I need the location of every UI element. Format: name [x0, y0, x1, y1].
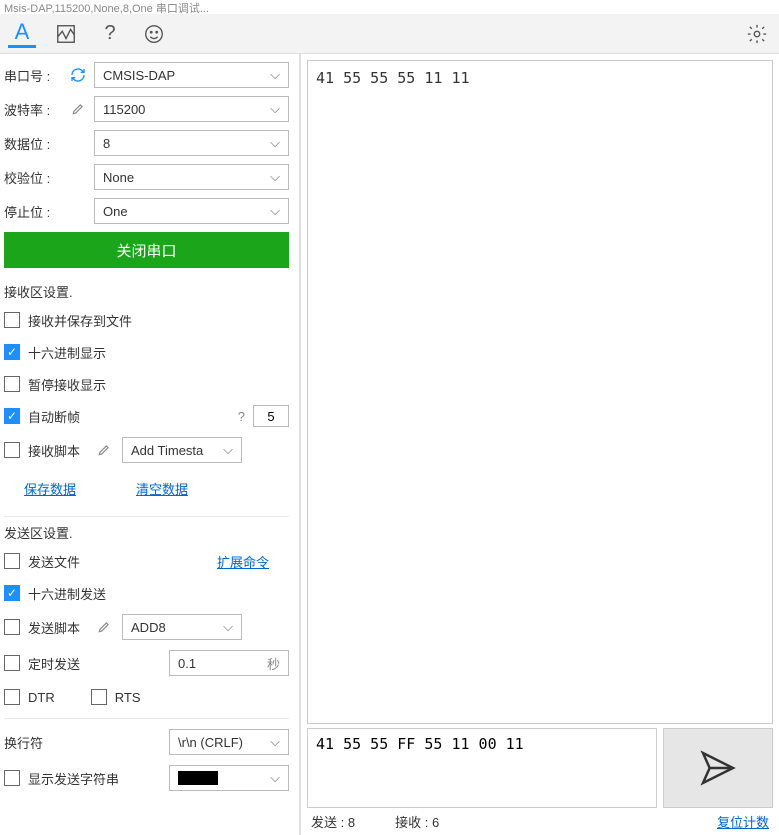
recv-script-value: Add Timesta [131, 443, 203, 458]
newline-label: 换行符 [4, 733, 74, 752]
edit-icon[interactable] [94, 443, 114, 457]
databits-label: 数据位 : [4, 134, 62, 153]
send-file-label: 发送文件 [28, 552, 80, 571]
extend-cmd-link[interactable]: 扩展命令 [217, 552, 269, 571]
chevron-down-icon: ⌵ [223, 442, 233, 458]
send-icon [698, 748, 738, 788]
port-select[interactable]: CMSIS-DAP ⌵ [94, 62, 289, 88]
send-hex-checkbox[interactable] [4, 585, 20, 601]
recv-auto-break-label: 自动断帧 [28, 407, 80, 426]
auto-break-value-input[interactable] [253, 405, 289, 427]
recv-pause-checkbox[interactable] [4, 376, 20, 392]
color-swatch [178, 771, 218, 785]
recv-save-file-checkbox[interactable] [4, 312, 20, 328]
chevron-down-icon: ⌵ [223, 619, 233, 635]
newline-select[interactable]: \r\n (CRLF) ⌵ [169, 729, 289, 755]
stopbits-select[interactable]: One ⌵ [94, 198, 289, 224]
send-button[interactable] [663, 728, 773, 808]
chevron-down-icon: ⌵ [270, 67, 280, 83]
send-hex-label: 十六进制发送 [28, 584, 106, 603]
status-recv-count: 6 [432, 815, 439, 830]
rts-checkbox[interactable] [91, 689, 107, 705]
recv-auto-break-checkbox[interactable] [4, 408, 20, 424]
reset-counter-link[interactable]: 复位计数 [717, 812, 769, 831]
status-send-count: 8 [348, 815, 355, 830]
send-script-checkbox[interactable] [4, 619, 20, 635]
chevron-down-icon: ⌵ [270, 169, 280, 185]
auto-break-hint-icon[interactable]: ? [238, 409, 245, 424]
settings-panel: 串口号 : CMSIS-DAP ⌵ 波特率 : 115200 ⌵ 数据位 : [0, 54, 300, 835]
recv-save-file-label: 接收并保存到文件 [28, 311, 132, 330]
send-timed-checkbox[interactable] [4, 655, 20, 671]
tab-waveform-mode[interactable] [52, 20, 80, 48]
chevron-down-icon: ⌵ [270, 101, 280, 117]
chevron-down-icon: ⌵ [270, 135, 280, 151]
clear-data-link[interactable]: 清空数据 [136, 479, 188, 498]
recv-hex-label: 十六进制显示 [28, 343, 106, 362]
refresh-icon[interactable] [68, 67, 88, 83]
send-script-value: ADD8 [131, 620, 166, 635]
show-send-str-checkbox[interactable] [4, 770, 20, 786]
show-send-str-label: 显示发送字符串 [28, 769, 119, 788]
chevron-down-icon: ⌵ [270, 734, 280, 750]
send-script-select[interactable]: ADD8 ⌵ [122, 614, 242, 640]
chevron-down-icon: ⌵ [270, 203, 280, 219]
send-file-checkbox[interactable] [4, 553, 20, 569]
settings-icon[interactable] [743, 20, 771, 48]
databits-value: 8 [103, 136, 110, 151]
send-script-label: 发送脚本 [28, 618, 80, 637]
recv-section-label: 接收区设置. [4, 282, 289, 301]
port-value: CMSIS-DAP [103, 68, 175, 83]
send-timed-value: 0.1 [178, 656, 196, 671]
edit-icon[interactable] [94, 620, 114, 634]
recv-script-select[interactable]: Add Timesta ⌵ [122, 437, 242, 463]
dtr-checkbox[interactable] [4, 689, 20, 705]
help-icon[interactable]: ? [96, 20, 124, 48]
smiley-icon[interactable] [140, 20, 168, 48]
status-bar: 发送 : 8 接收 : 6 复位计数 [301, 810, 779, 835]
port-label: 串口号 : [4, 66, 62, 85]
newline-value: \r\n (CRLF) [178, 735, 243, 750]
toolbar: A ? [0, 14, 779, 54]
chevron-down-icon: ⌵ [270, 770, 280, 786]
status-send-label: 发送 : [311, 815, 344, 830]
recv-script-checkbox[interactable] [4, 442, 20, 458]
parity-select[interactable]: None ⌵ [94, 164, 289, 190]
send-timed-label: 定时发送 [28, 654, 80, 673]
parity-label: 校验位 : [4, 168, 62, 187]
rts-label: RTS [115, 690, 141, 705]
recv-hex-checkbox[interactable] [4, 344, 20, 360]
close-port-button[interactable]: 关闭串口 [4, 232, 289, 268]
receive-textarea[interactable]: 41 55 55 55 11 11 [307, 60, 773, 724]
recv-pause-label: 暂停接收显示 [28, 375, 106, 394]
recv-script-label: 接收脚本 [28, 441, 80, 460]
send-timed-input[interactable]: 0.1 秒 [169, 650, 289, 676]
stopbits-label: 停止位 : [4, 202, 62, 221]
status-recv-label: 接收 : [395, 815, 428, 830]
save-data-link[interactable]: 保存数据 [24, 479, 76, 498]
send-color-select[interactable]: ⌵ [169, 765, 289, 791]
send-timed-unit: 秒 [267, 654, 280, 673]
tab-text-mode[interactable]: A [8, 20, 36, 48]
baud-select[interactable]: 115200 ⌵ [94, 96, 289, 122]
send-textarea[interactable] [307, 728, 657, 808]
dtr-label: DTR [28, 690, 55, 705]
send-section-label: 发送区设置. [4, 523, 289, 542]
data-panel: 41 55 55 55 11 11 发送 : 8 接收 : 6 复位计数 [300, 54, 779, 835]
baud-value: 115200 [103, 102, 145, 117]
databits-select[interactable]: 8 ⌵ [94, 130, 289, 156]
stopbits-value: One [103, 204, 128, 219]
parity-value: None [103, 170, 134, 185]
edit-icon[interactable] [68, 102, 88, 116]
baud-label: 波特率 : [4, 100, 62, 119]
window-title: Msis-DAP,115200,None,8,One 串口调试... [0, 0, 779, 14]
